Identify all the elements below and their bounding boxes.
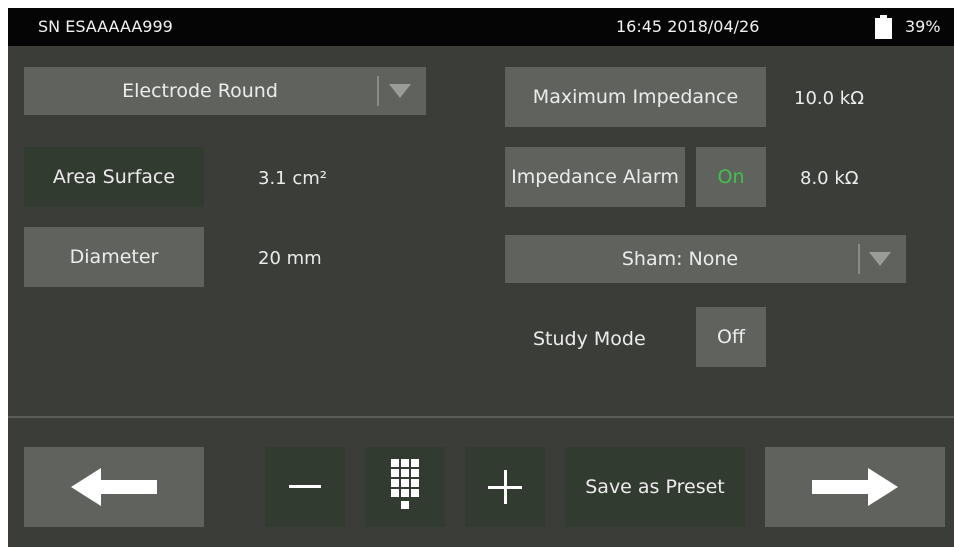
maximum-impedance-button[interactable]: Maximum Impedance (505, 67, 766, 127)
area-surface-label: Area Surface (52, 166, 176, 188)
diameter-button[interactable]: Diameter (24, 227, 204, 287)
area-surface-button[interactable]: Area Surface (24, 147, 204, 207)
maximum-impedance-value: 10.0 kΩ (794, 88, 864, 109)
study-mode-state: Off (716, 326, 746, 348)
electrode-type-dropdown[interactable]: Electrode Round (24, 67, 426, 115)
minus-icon (289, 485, 321, 488)
decrement-button[interactable] (265, 447, 345, 527)
save-as-preset-label: Save as Preset (585, 476, 725, 498)
back-button[interactable] (24, 447, 204, 527)
chevron-down-icon (389, 84, 411, 98)
next-button[interactable] (765, 447, 945, 527)
keypad-icon (391, 459, 419, 509)
device-screen: SN ESAAAAA999 16:45 2018/04/26 39% Elect… (8, 8, 954, 547)
area-surface-value: 3.1 cm² (258, 168, 327, 189)
chevron-down-icon (869, 252, 891, 266)
arrow-left-icon (71, 468, 157, 506)
study-mode-label: Study Mode (533, 328, 646, 350)
sham-dropdown[interactable]: Sham: None (505, 235, 906, 283)
impedance-alarm-toggle[interactable]: On (696, 147, 766, 207)
impedance-alarm-value: 8.0 kΩ (800, 168, 859, 189)
arrow-right-icon (812, 468, 898, 506)
save-as-preset-button[interactable]: Save as Preset (565, 447, 745, 527)
increment-button[interactable] (465, 447, 545, 527)
impedance-alarm-label: Impedance Alarm (511, 166, 679, 188)
battery-icon (875, 15, 892, 39)
plus-icon (488, 470, 522, 504)
diameter-value: 20 mm (258, 248, 322, 269)
status-bar: SN ESAAAAA999 16:45 2018/04/26 39% (8, 8, 954, 46)
study-mode-toggle[interactable]: Off (696, 307, 766, 367)
impedance-alarm-state: On (717, 166, 745, 188)
keypad-button[interactable] (365, 447, 445, 527)
dropdown-divider (377, 76, 379, 106)
electrode-type-label: Electrode Round (122, 80, 278, 102)
maximum-impedance-label: Maximum Impedance (532, 86, 739, 108)
divider (8, 416, 954, 418)
diameter-label: Diameter (69, 246, 159, 268)
serial-number: SN ESAAAAA999 (38, 17, 173, 36)
impedance-alarm-button[interactable]: Impedance Alarm (505, 147, 685, 207)
date-time: 16:45 2018/04/26 (616, 17, 760, 36)
sham-label: Sham: None (621, 248, 739, 270)
dropdown-divider (858, 244, 860, 274)
battery-level: 39% (905, 17, 941, 36)
